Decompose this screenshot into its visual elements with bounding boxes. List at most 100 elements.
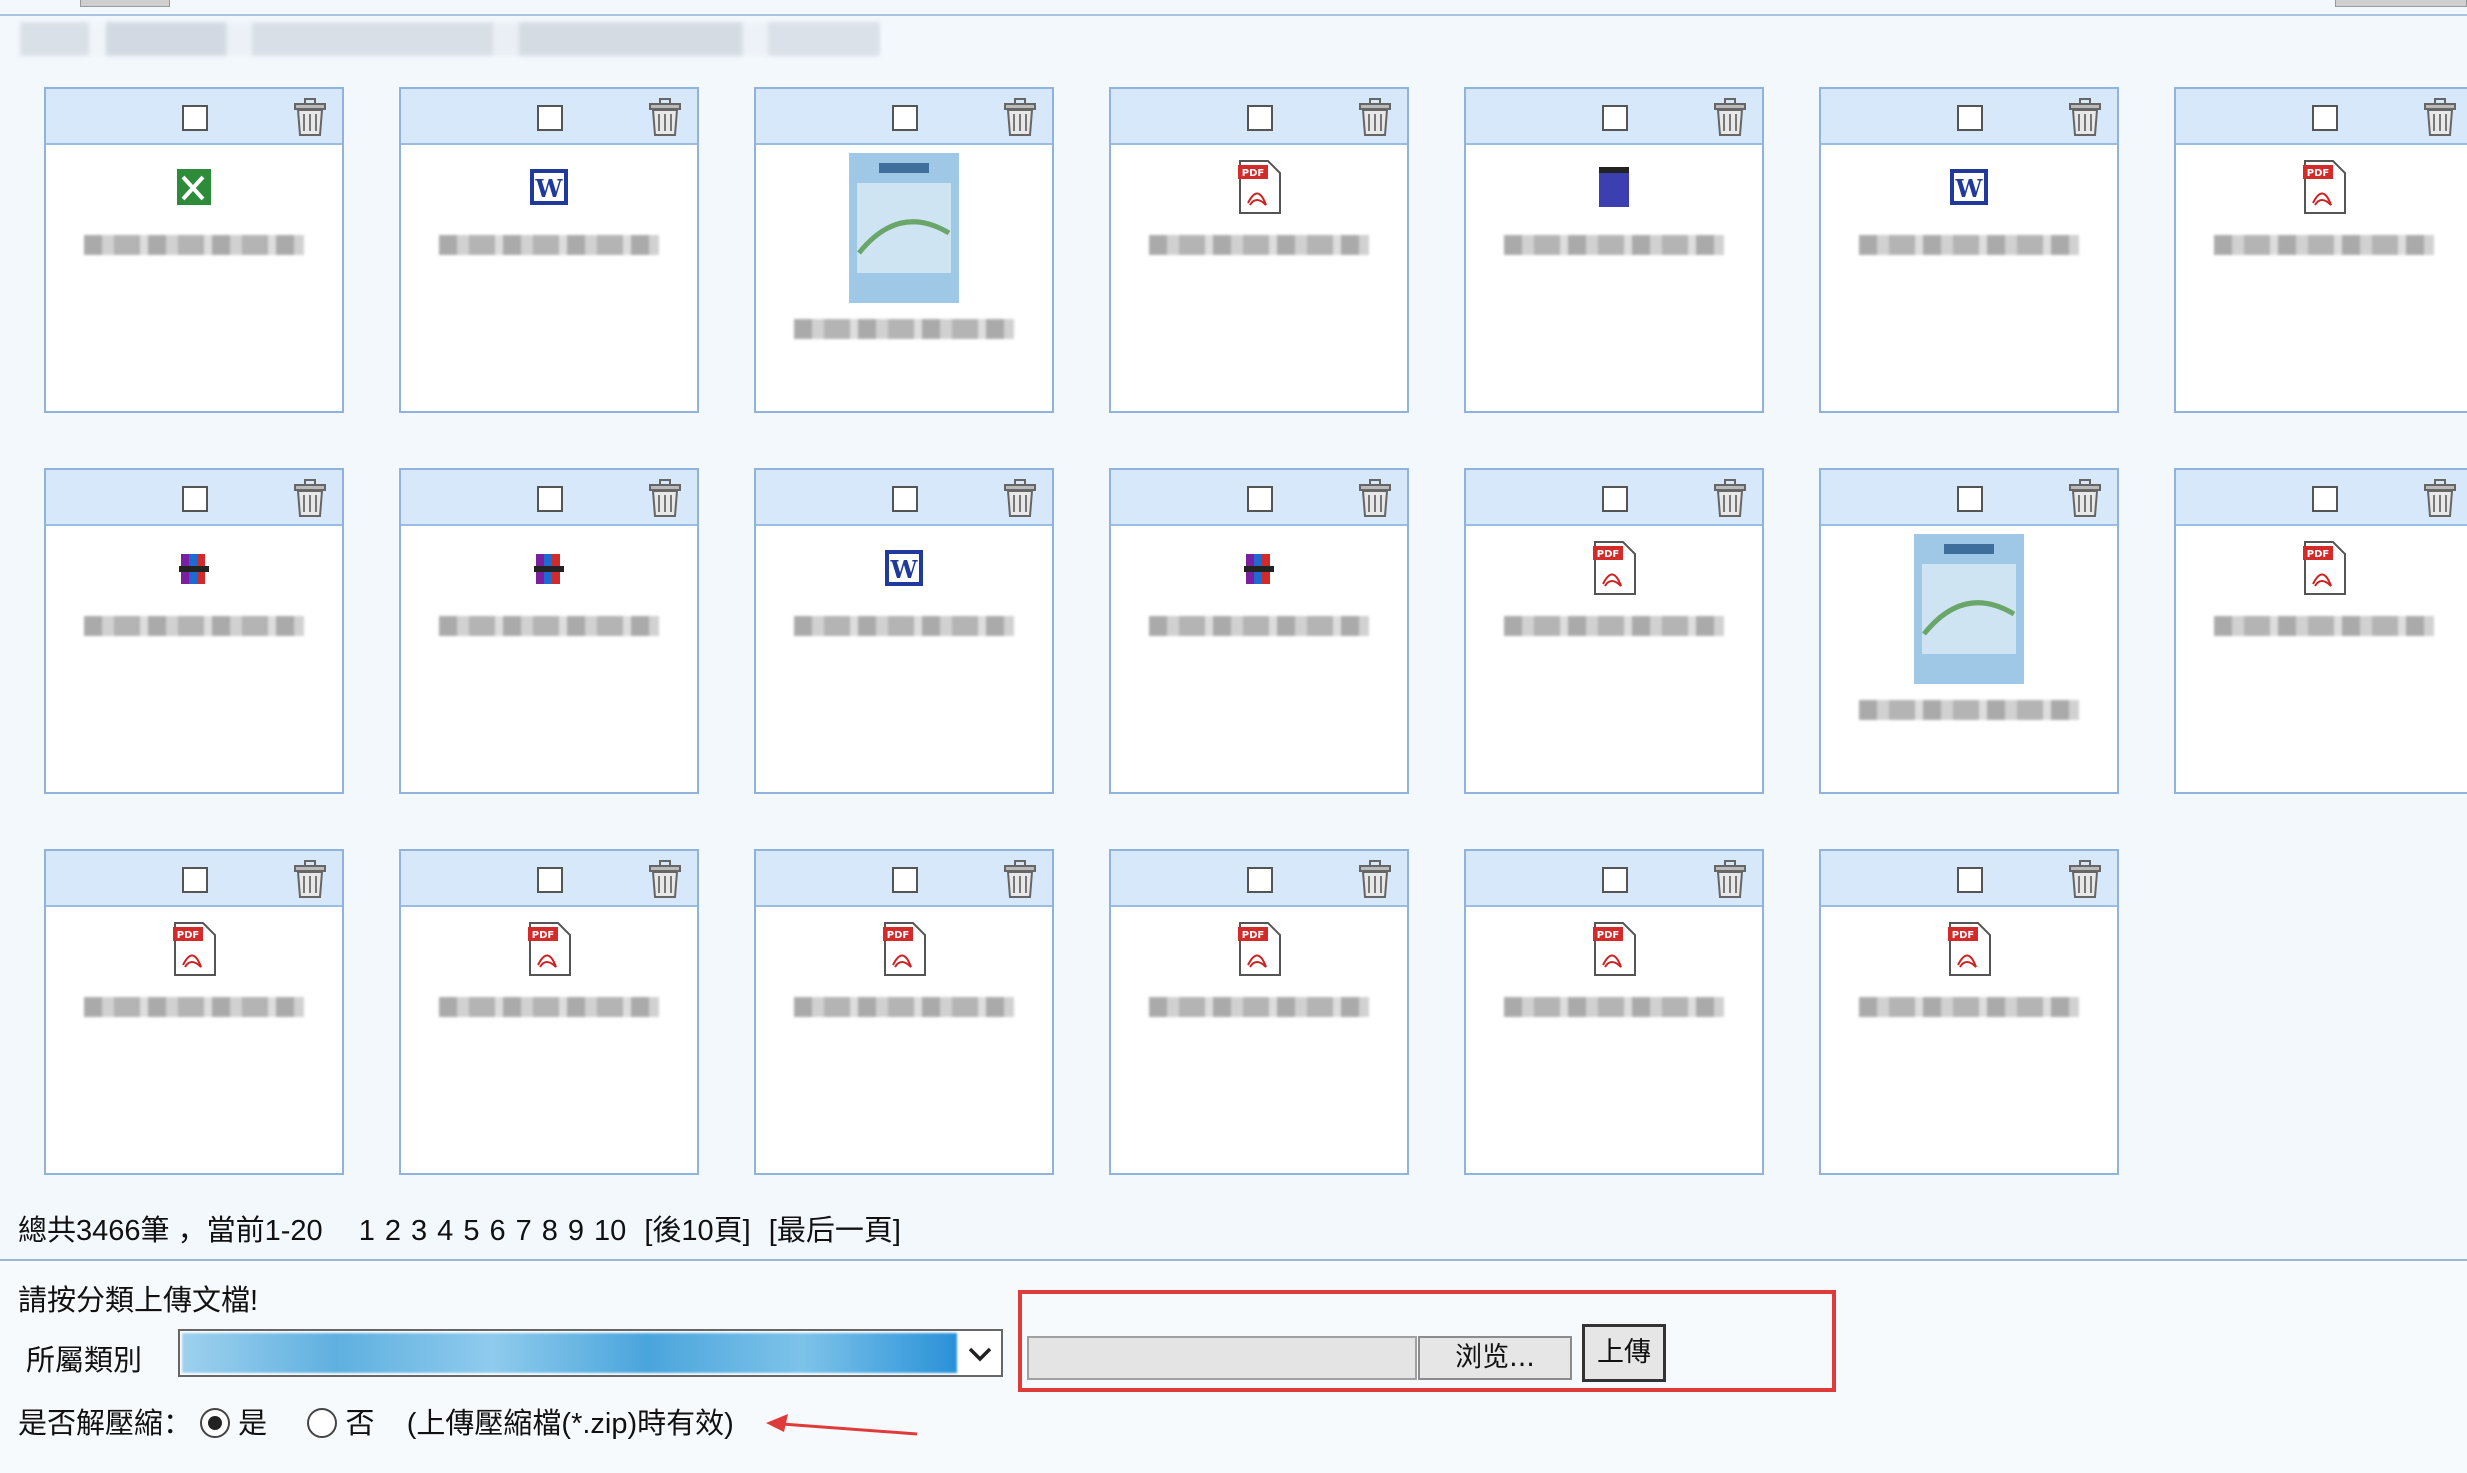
select-checkbox[interactable] <box>892 486 918 512</box>
trash-icon[interactable] <box>1357 478 1393 518</box>
file-name[interactable] <box>84 235 304 255</box>
file-name[interactable] <box>794 319 1014 339</box>
file-name[interactable]: .pdf <box>2214 616 2434 636</box>
pdf-icon[interactable]: PDF <box>526 921 572 977</box>
file-card[interactable]: PDF 1070412-1.pdf <box>2174 87 2467 413</box>
file-card[interactable]: PDF 1070412-5.pdf <box>1109 87 1409 413</box>
upload-button[interactable]: 上傳 <box>1582 1324 1666 1382</box>
select-checkbox[interactable] <box>1247 867 1273 893</box>
file-card[interactable] <box>44 468 344 794</box>
file-card[interactable]: W 1070412-5.doc <box>399 87 699 413</box>
select-checkbox[interactable] <box>2312 105 2338 131</box>
select-checkbox[interactable] <box>1957 105 1983 131</box>
trash-icon[interactable] <box>647 97 683 137</box>
file-card[interactable] <box>44 87 344 413</box>
page-link[interactable]: 9 <box>568 1215 584 1247</box>
browse-button[interactable]: 浏览... <box>1418 1336 1572 1380</box>
file-card[interactable]: PDF <box>1464 468 1764 794</box>
word-icon[interactable]: W <box>881 540 927 596</box>
file-name[interactable] <box>1859 997 2079 1017</box>
page-link[interactable]: 2 <box>385 1215 401 1247</box>
word-icon[interactable]: W <box>526 159 572 215</box>
select-checkbox[interactable] <box>182 105 208 131</box>
page-link[interactable]: 8 <box>542 1215 558 1247</box>
file-name[interactable] <box>439 616 659 636</box>
file-card[interactable]: PDF <box>1109 849 1409 1175</box>
pdf-icon[interactable]: PDF <box>881 921 927 977</box>
file-card[interactable]: PDF <box>1819 849 2119 1175</box>
unzip-yes-radio[interactable] <box>200 1408 231 1438</box>
trash-icon[interactable] <box>647 859 683 899</box>
file-name[interactable] <box>1149 616 1369 636</box>
page-link[interactable]: 3 <box>411 1215 427 1247</box>
last-page-link[interactable]: [最后一頁] <box>769 1215 901 1247</box>
select-checkbox[interactable] <box>1957 867 1983 893</box>
select-checkbox[interactable] <box>2312 486 2338 512</box>
file-card[interactable]: PDF <box>44 849 344 1175</box>
select-checkbox[interactable] <box>892 867 918 893</box>
trash-icon[interactable] <box>1712 97 1748 137</box>
top-tab-right[interactable] <box>2335 0 2467 7</box>
trash-icon[interactable] <box>1357 97 1393 137</box>
trash-icon[interactable] <box>2067 478 2103 518</box>
trash-icon[interactable] <box>2422 97 2458 137</box>
chevron-down-icon[interactable] <box>965 1339 995 1369</box>
pdf-icon[interactable]: PDF <box>1591 540 1637 596</box>
file-name[interactable]: 1070412-1.pdf <box>2214 235 2434 255</box>
trash-icon[interactable] <box>1002 97 1038 137</box>
rar-icon[interactable] <box>1236 540 1282 596</box>
file-card[interactable]: PDF .pdf <box>2174 468 2467 794</box>
next-10-pages-link[interactable]: [後10頁] <box>644 1215 750 1247</box>
select-checkbox[interactable] <box>537 486 563 512</box>
file-name[interactable] <box>84 616 304 636</box>
trash-icon[interactable] <box>2067 97 2103 137</box>
file-name[interactable]: 1070412-5.pdf <box>1149 235 1369 255</box>
file-name[interactable] <box>84 997 304 1017</box>
generic-file-icon[interactable] <box>1591 159 1637 215</box>
file-card[interactable] <box>754 87 1054 413</box>
pdf-icon[interactable]: PDF <box>2301 540 2347 596</box>
page-link[interactable]: 5 <box>463 1215 479 1247</box>
file-card[interactable]: W <box>754 468 1054 794</box>
select-checkbox[interactable] <box>1602 105 1628 131</box>
file-name[interactable] <box>1504 616 1724 636</box>
file-card[interactable] <box>399 468 699 794</box>
file-name[interactable] <box>1504 235 1724 255</box>
file-name[interactable] <box>1504 997 1724 1017</box>
image-thumbnail[interactable] <box>1914 534 2024 684</box>
unzip-no-radio[interactable] <box>307 1408 338 1438</box>
select-checkbox[interactable] <box>1957 486 1983 512</box>
select-checkbox[interactable] <box>1602 486 1628 512</box>
trash-icon[interactable] <box>2067 859 2103 899</box>
select-checkbox[interactable] <box>892 105 918 131</box>
pdf-icon[interactable]: PDF <box>1591 921 1637 977</box>
select-checkbox[interactable] <box>182 867 208 893</box>
pdf-icon[interactable]: PDF <box>1236 159 1282 215</box>
pdf-icon[interactable]: PDF <box>1236 921 1282 977</box>
select-checkbox[interactable] <box>1247 486 1273 512</box>
page-link[interactable]: 7 <box>516 1215 532 1247</box>
category-select[interactable] <box>178 1329 1003 1377</box>
trash-icon[interactable] <box>292 97 328 137</box>
excel-icon[interactable] <box>171 159 217 215</box>
file-card[interactable]: PDF <box>1464 849 1764 1175</box>
file-card[interactable]: 2.jpg <box>1819 468 2119 794</box>
rar-icon[interactable] <box>526 540 572 596</box>
trash-icon[interactable] <box>1712 478 1748 518</box>
file-card[interactable] <box>1464 87 1764 413</box>
trash-icon[interactable] <box>1002 859 1038 899</box>
file-path-field[interactable] <box>1027 1336 1417 1380</box>
pdf-icon[interactable]: PDF <box>171 921 217 977</box>
file-name[interactable]: .pdf <box>794 997 1014 1017</box>
select-checkbox[interactable] <box>537 105 563 131</box>
word-icon[interactable]: W <box>1946 159 1992 215</box>
page-link[interactable]: 6 <box>489 1215 505 1247</box>
trash-icon[interactable] <box>1357 859 1393 899</box>
file-card[interactable]: PDF <box>399 849 699 1175</box>
file-name[interactable] <box>794 616 1014 636</box>
file-card[interactable]: W <box>1819 87 2119 413</box>
file-name[interactable]: 1070412-5.doc <box>439 235 659 255</box>
select-checkbox[interactable] <box>1602 867 1628 893</box>
file-card[interactable] <box>1109 468 1409 794</box>
file-card[interactable]: PDF .pdf <box>754 849 1054 1175</box>
